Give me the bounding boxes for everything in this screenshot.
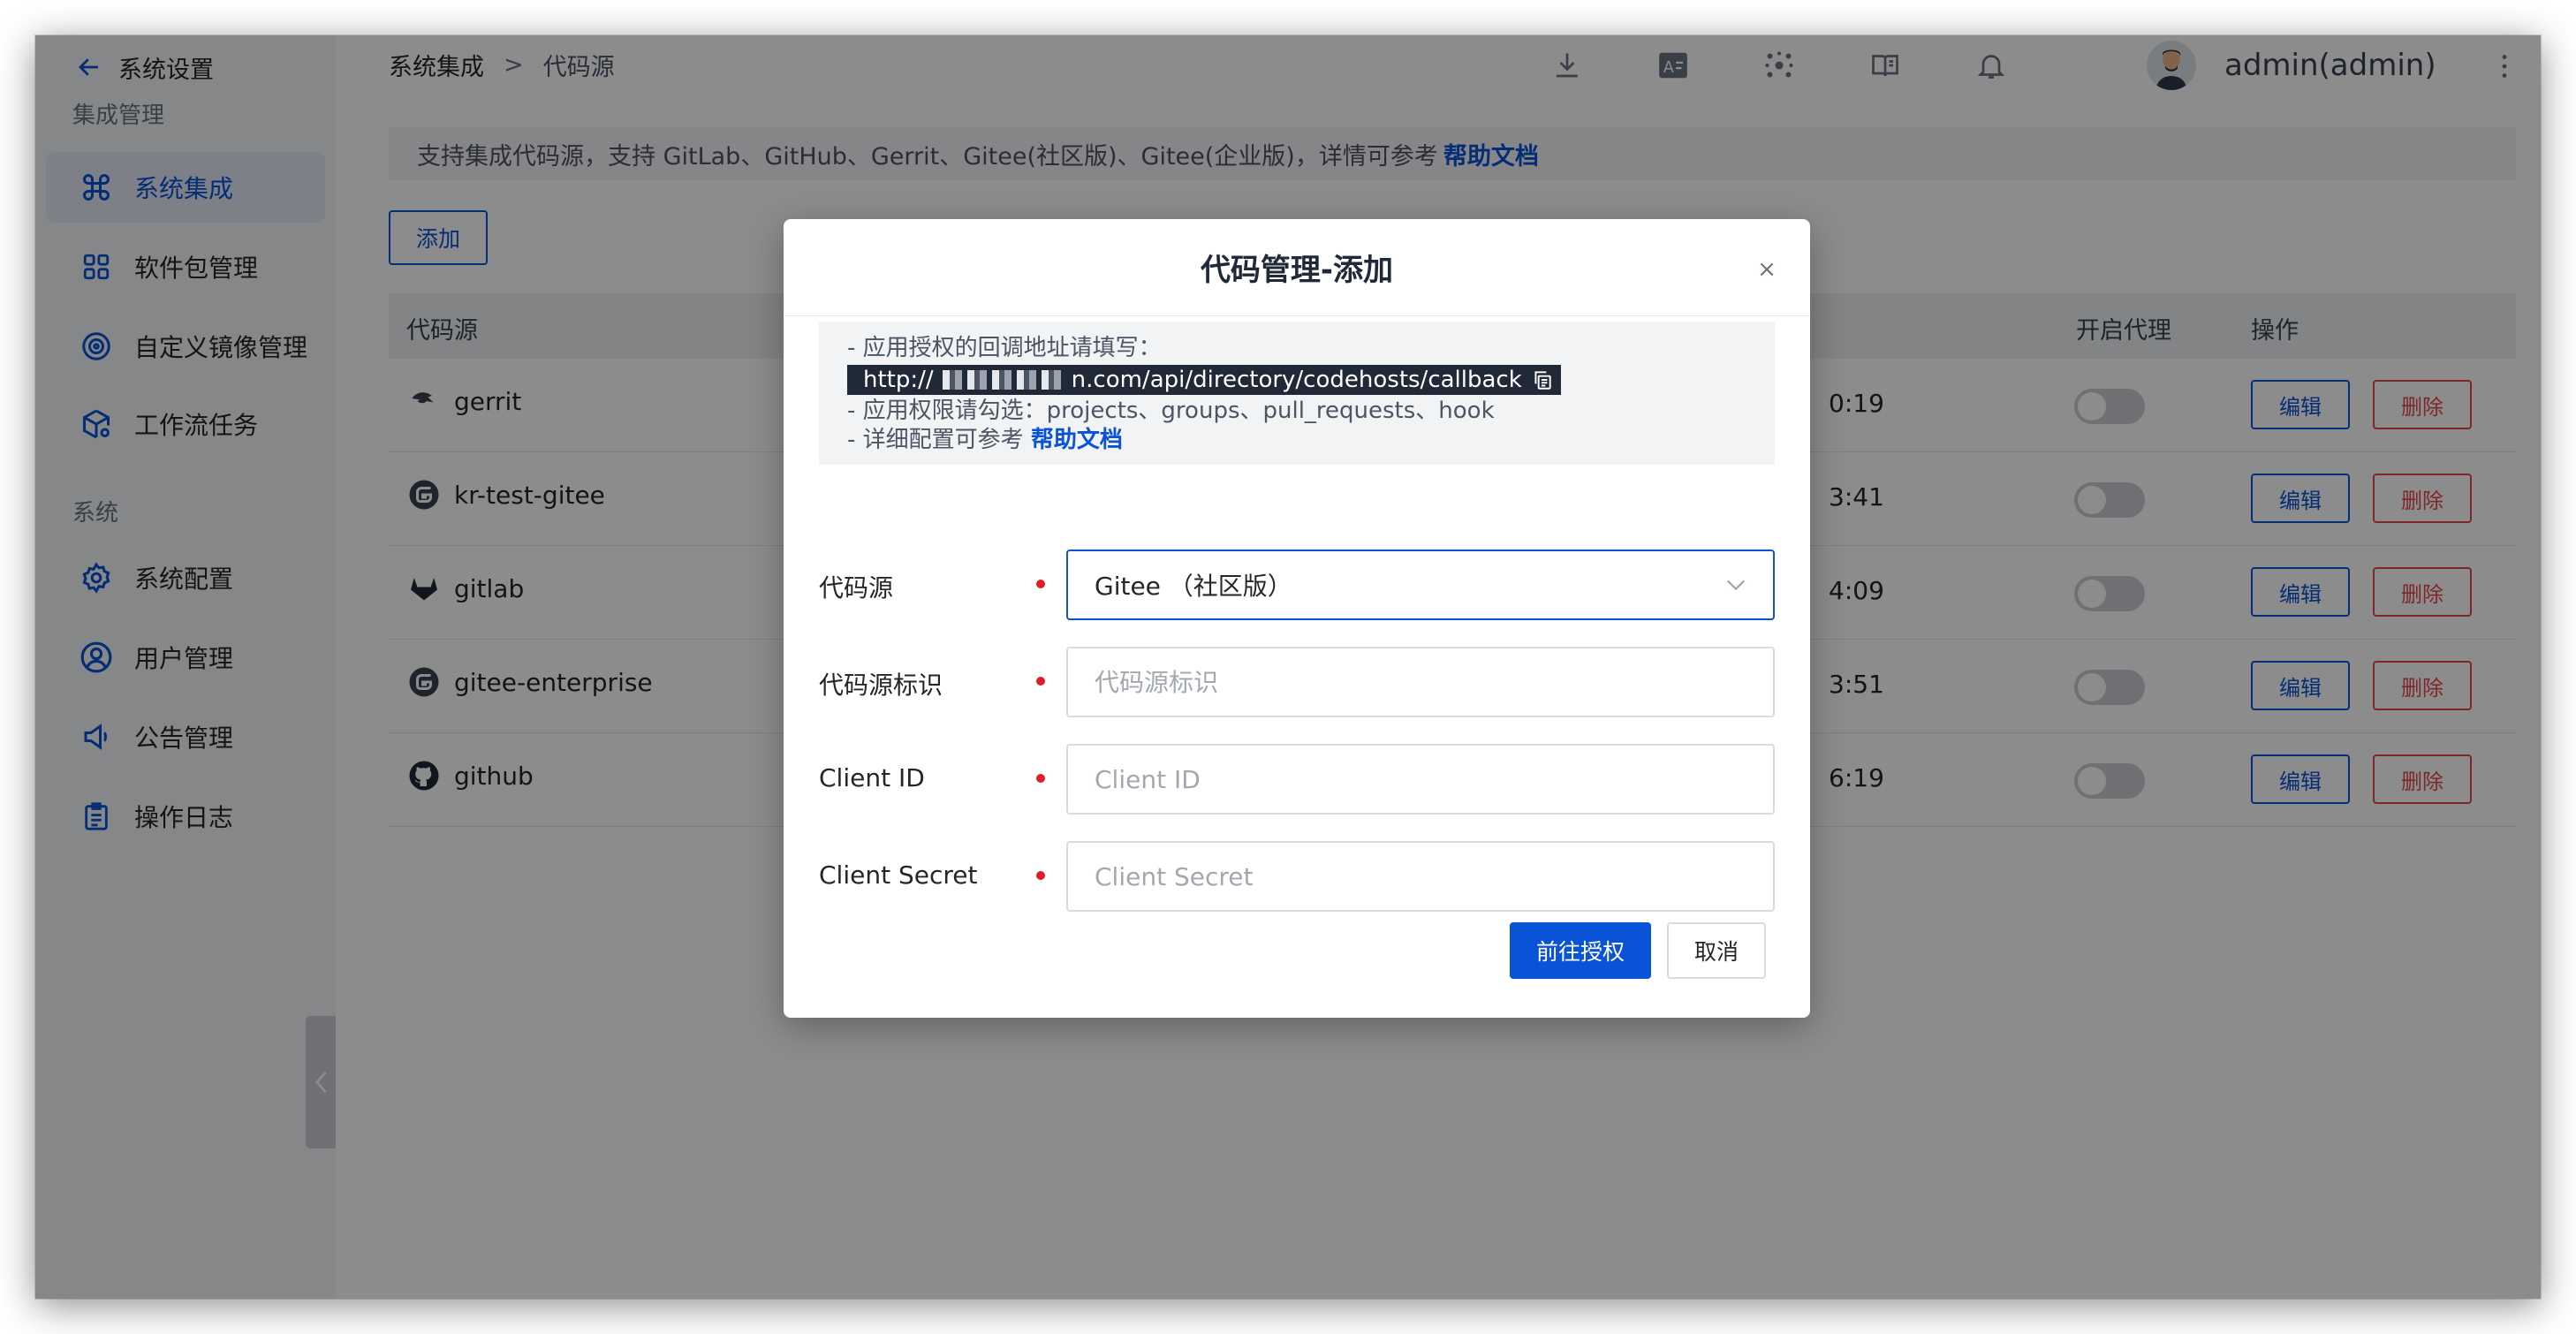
source-label: 代码源	[819, 573, 894, 603]
dialog-header: 代码管理-添加 ×	[784, 219, 1810, 316]
required-dot	[1036, 774, 1045, 783]
callback-url-prefix: http://	[863, 366, 934, 393]
source-select[interactable]: Gitee （社区版）	[1066, 550, 1775, 620]
client-id-input[interactable]	[1066, 744, 1775, 815]
required-dot	[1036, 580, 1045, 588]
hint-help-doc-link[interactable]: 帮助文档	[1031, 427, 1123, 453]
callback-url: http:// n.com/api/directory/codehosts/cal…	[847, 365, 1561, 395]
chevron-down-icon	[1726, 580, 1746, 591]
hint-callback-label: - 应用授权的回调地址请填写：	[847, 335, 1162, 361]
client-id-label: Client ID	[819, 763, 925, 792]
form-row-client-secret: Client Secret	[819, 841, 1775, 912]
callback-url-suffix: n.com/api/directory/codehosts/callback	[1071, 366, 1522, 393]
cancel-button[interactable]: 取消	[1667, 922, 1766, 979]
authorize-button[interactable]: 前往授权	[1510, 922, 1651, 979]
client-secret-input[interactable]	[1066, 841, 1775, 912]
identifier-input[interactable]	[1066, 647, 1775, 717]
add-code-source-dialog: 代码管理-添加 × - 应用授权的回调地址请填写： http:// n.com/a…	[784, 219, 1810, 1018]
dialog-title: 代码管理-添加	[1200, 253, 1394, 288]
callback-hint: - 应用授权的回调地址请填写： http:// n.com/api/directo…	[819, 322, 1775, 465]
source-select-value: Gitee （社区版）	[1095, 572, 1292, 601]
copy-icon[interactable]	[1531, 368, 1554, 391]
redacted-domain	[942, 370, 1063, 390]
hint-more: - 详细配置可参考 帮助文档	[847, 427, 1123, 453]
hint-permissions: - 应用权限请勾选：projects、groups、pull_requests、…	[847, 398, 1495, 424]
form-row-identifier: 代码源标识	[819, 647, 1775, 717]
required-dot	[1036, 871, 1045, 880]
form-row-client-id: Client ID	[819, 744, 1775, 815]
identifier-label: 代码源标识	[819, 671, 943, 700]
form-row-source: 代码源 Gitee （社区版）	[819, 550, 1775, 620]
client-secret-label: Client Secret	[819, 860, 978, 890]
close-icon[interactable]: ×	[1754, 256, 1780, 283]
app-window: 系统设置 集成管理 系统集成 软件包管理 自定义镜像管理 工作流任务 系统 系统…	[35, 35, 2541, 1299]
required-dot	[1036, 677, 1045, 686]
